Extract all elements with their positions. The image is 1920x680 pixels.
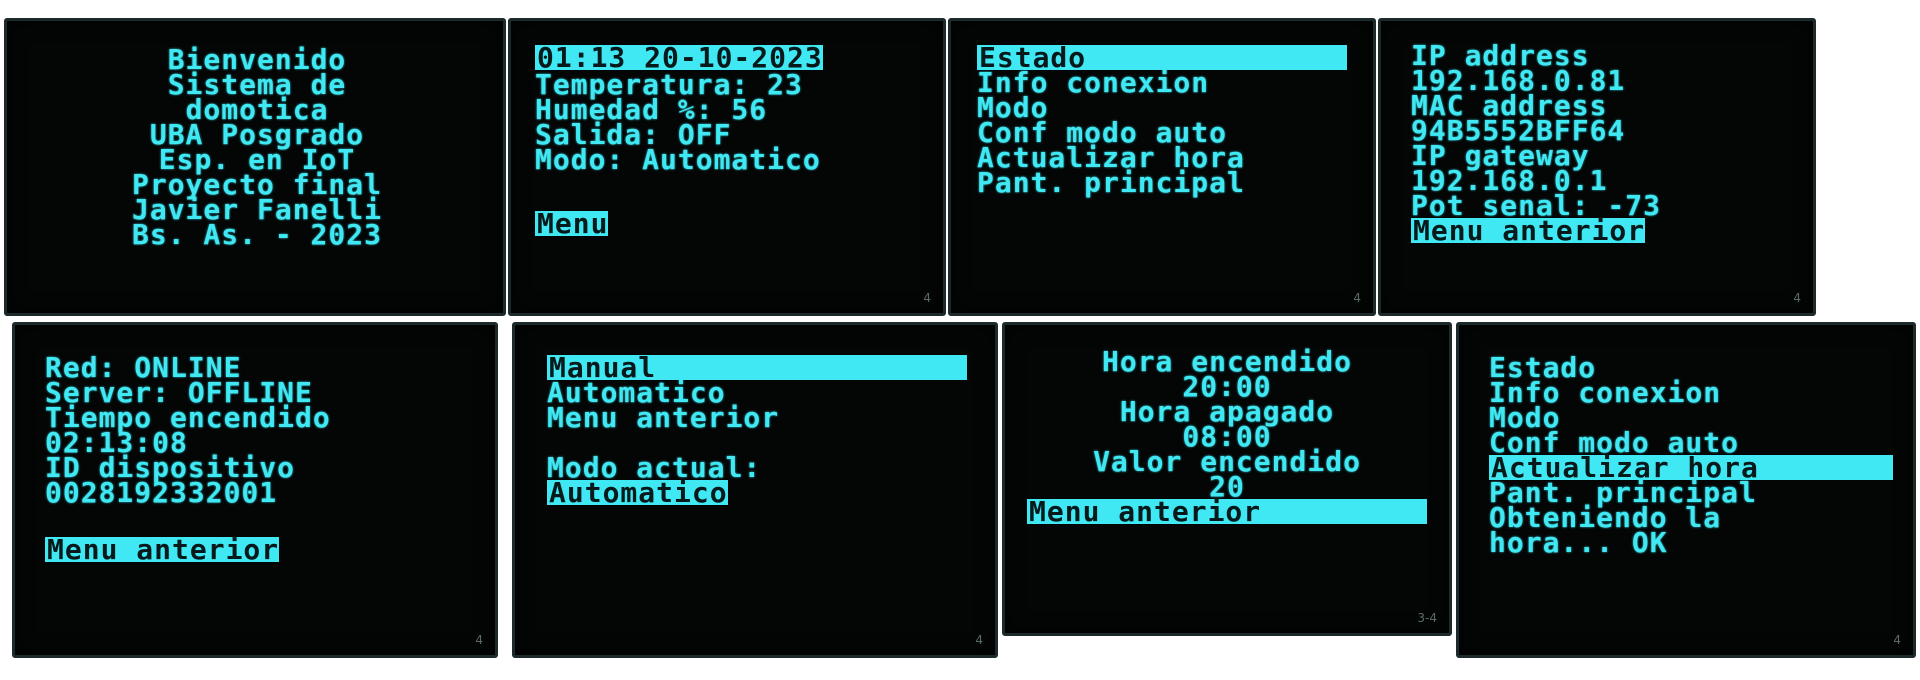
status-line: 0028192332001 (45, 476, 278, 509)
oled-panel-auto-config: Hora encendido 20:00 Hora apagado 08:00 … (1002, 322, 1452, 636)
panel-mark: 3-4 (1417, 611, 1437, 625)
panel-mark: 4 (923, 291, 931, 305)
oled-panel-menu: Estado Info conexion Modo Conf modo auto… (948, 18, 1376, 316)
panel-mark: 4 (975, 633, 983, 647)
back-button[interactable]: Menu anterior (1411, 217, 1646, 245)
oled-panel-status: Red: ONLINE Server: OFFLINE Tiempo encen… (12, 322, 498, 658)
menu-item-pant-principal[interactable]: Pant. principal (977, 169, 1347, 197)
menu-button[interactable]: Menu (535, 210, 609, 238)
mode-option-menu-anterior[interactable]: Menu anterior (547, 404, 967, 432)
panel-mark: 4 (1893, 633, 1901, 647)
panel-mark: 4 (1793, 291, 1801, 305)
panel-mark: 4 (1353, 291, 1361, 305)
oled-panel-network: IP address 192.168.0.81 MAC address 94B5… (1378, 18, 1816, 316)
oled-panel-main: 01:13 20-10-2023 Temperatura: 23 Humedad… (508, 18, 946, 316)
welcome-text: Bienvenido Sistema de domotica UBA Posgr… (57, 46, 457, 251)
back-button[interactable]: Menu anterior (1027, 498, 1427, 526)
oled-panel-mode: Manual Automatico Menu anterior Modo act… (512, 322, 998, 658)
current-mode-value: Automatico (547, 476, 728, 509)
oled-panel-welcome: Bienvenido Sistema de domotica UBA Posgr… (4, 18, 506, 316)
oled-panel-update-time: Estado Info conexion Modo Conf modo auto… (1456, 322, 1916, 658)
welcome-line: Bs. As. - 2023 (131, 218, 382, 251)
back-button[interactable]: Menu anterior (45, 536, 280, 564)
datetime-bar: 01:13 20-10-2023 (535, 41, 823, 74)
mode-status: Modo: Automatico (535, 143, 821, 176)
panel-mark: 4 (475, 633, 483, 647)
